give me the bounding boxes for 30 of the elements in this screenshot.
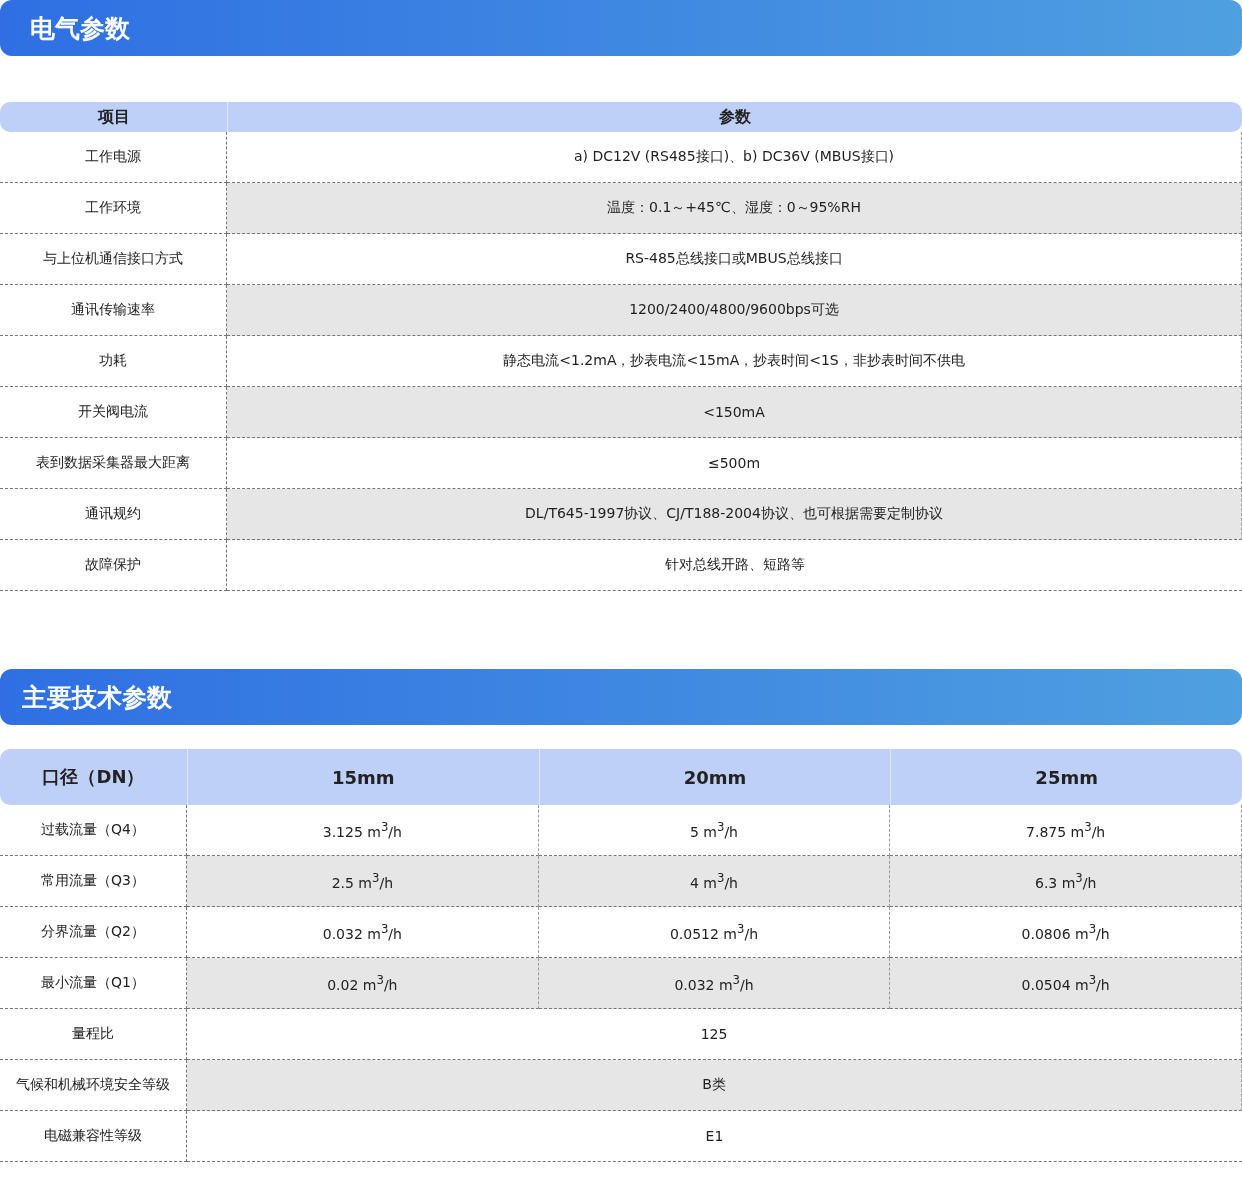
section-title: 主要技术参数 [22, 681, 172, 714]
row-label: 表到数据采集器最大距离 [0, 438, 227, 489]
row-label: 工作电源 [0, 132, 227, 183]
column-header: 25mm [890, 749, 1242, 805]
table-cell: 1200/2400/4800/9600bps可选 [227, 285, 1242, 336]
table-cell: 0.032 m$^{3}$/h [538, 958, 891, 1009]
table-cell: 0.02 m$^{3}$/h [187, 958, 539, 1009]
column-header: 口径（DN） [41, 765, 146, 789]
column-header: 15mm [187, 749, 539, 805]
table-cell: B类 [187, 1060, 1242, 1111]
row-label: 过载流量（Q4） [0, 805, 187, 856]
column-header: 20mm [538, 749, 891, 805]
table-cell: 温度：0.1～+45℃、湿度：0～95%RH [227, 183, 1242, 234]
row-label: 量程比 [0, 1009, 187, 1060]
row-label: 电磁兼容性等级 [0, 1111, 187, 1162]
table-cell: 4 m$^{3}$/h [538, 856, 891, 907]
row-label: 功耗 [0, 336, 227, 387]
table-cell: 针对总线开路、短路等 [227, 540, 1242, 591]
row-label: 与上位机通信接口方式 [0, 234, 227, 285]
row-label: 分界流量（Q2） [0, 907, 187, 958]
table-cell: E1 [187, 1111, 1242, 1162]
row-label: 故障保护 [0, 540, 227, 591]
section-title: 电气参数 [30, 12, 130, 45]
table-cell: <150mA [227, 387, 1242, 438]
table-cell: DL/T645-1997协议、CJ/T188-2004协议、也可根据需要定制协议 [227, 489, 1242, 540]
table-cell: 6.3 m$^{3}$/h [890, 856, 1242, 907]
column-header: 项目 [96, 105, 131, 128]
table-cell: 0.0504 m$^{3}$/h [890, 958, 1242, 1009]
column-header: 参数 [227, 102, 1242, 132]
table-cell: 2.5 m$^{3}$/h [187, 856, 539, 907]
